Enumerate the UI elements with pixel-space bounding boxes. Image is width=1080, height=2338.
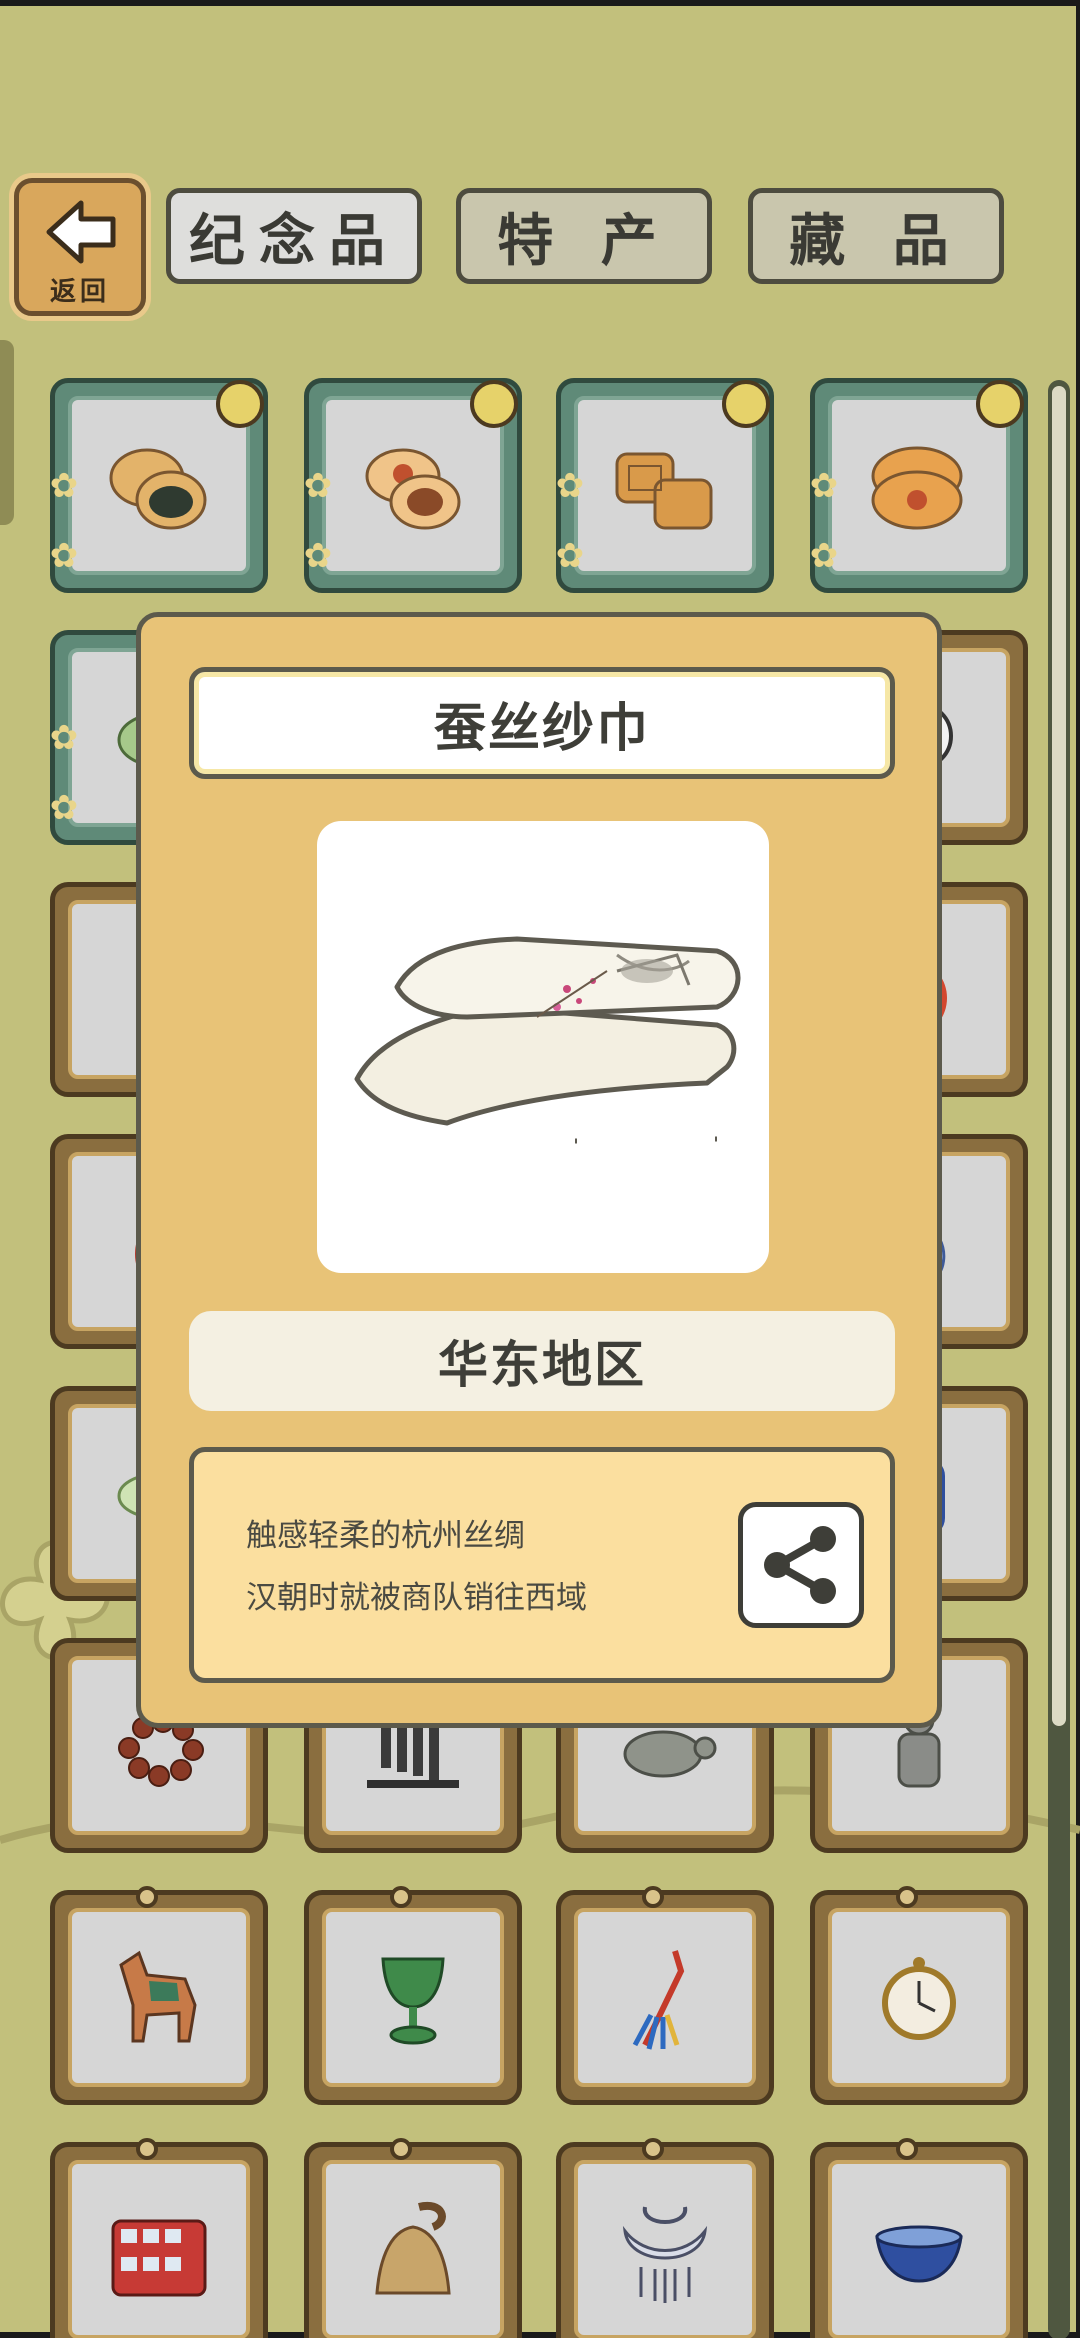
silk-scarf-icon <box>354 936 741 1144</box>
item-description-panel: 触感轻柔的杭州丝绸 汉朝时就被商队销往西域 <box>189 1447 895 1683</box>
collection-slot[interactable] <box>556 1886 774 2105</box>
item-detail-popup: 蚕丝纱巾 华东地区 触感轻柔的杭州丝绸 汉朝时就被商队销往西域 <box>136 612 942 1728</box>
back-label: 返回 <box>49 277 110 307</box>
collection-slot[interactable] <box>50 2138 268 2338</box>
screen-edge-right <box>1076 0 1080 2338</box>
tea-bowl-icon <box>810 2182 1028 2322</box>
mooncake-box-icon <box>810 418 1028 558</box>
item-description-line: 触感轻柔的杭州丝绸 <box>246 1518 525 1554</box>
collection-slot[interactable] <box>810 1886 1028 2105</box>
double-decker-bus-icon <box>50 2182 268 2322</box>
tang-horse-icon <box>50 1930 268 2070</box>
back-arrow-icon <box>46 200 116 264</box>
item-description-line: 汉朝时就被商队销往西域 <box>246 1580 587 1616</box>
bell-icon <box>304 2182 522 2322</box>
side-drawer-handle[interactable] <box>0 340 14 525</box>
scrollbar-thumb[interactable] <box>1052 386 1066 1726</box>
back-button[interactable]: 返回 <box>14 178 146 316</box>
mooncake-icon <box>304 418 522 558</box>
collection-slot[interactable] <box>556 2138 774 2338</box>
silver-lock-icon <box>556 2182 774 2322</box>
collection-slot[interactable]: ✿ ✿ <box>810 378 1028 593</box>
item-name: 蚕丝纱巾 <box>189 667 895 779</box>
pocket-watch-icon <box>810 1930 1028 2070</box>
collection-slot[interactable]: ✿ ✿ <box>556 378 774 593</box>
collection-slot[interactable] <box>304 1886 522 2105</box>
tab-souvenirs[interactable]: 纪念品 <box>166 188 422 284</box>
pastry-icon <box>50 418 268 558</box>
jade-cup-icon <box>304 1930 522 2070</box>
collection-slot[interactable] <box>50 1886 268 2105</box>
item-image-panel <box>317 821 769 1273</box>
tassel-icon <box>556 1930 774 2070</box>
mooncake-pair-icon <box>556 418 774 558</box>
collection-slot[interactable] <box>810 2138 1028 2338</box>
status-bar-edge <box>0 0 1080 6</box>
share-button[interactable] <box>738 1502 864 1628</box>
share-icon <box>764 1526 836 1604</box>
tab-specialties[interactable]: 特 产 <box>456 188 712 284</box>
collection-slot[interactable]: ✿ ✿ <box>304 378 522 593</box>
tab-collectibles[interactable]: 藏 品 <box>748 188 1004 284</box>
collection-slot[interactable]: ✿ ✿ <box>50 378 268 593</box>
item-region: 华东地区 <box>189 1311 895 1411</box>
collection-slot[interactable] <box>304 2138 522 2338</box>
